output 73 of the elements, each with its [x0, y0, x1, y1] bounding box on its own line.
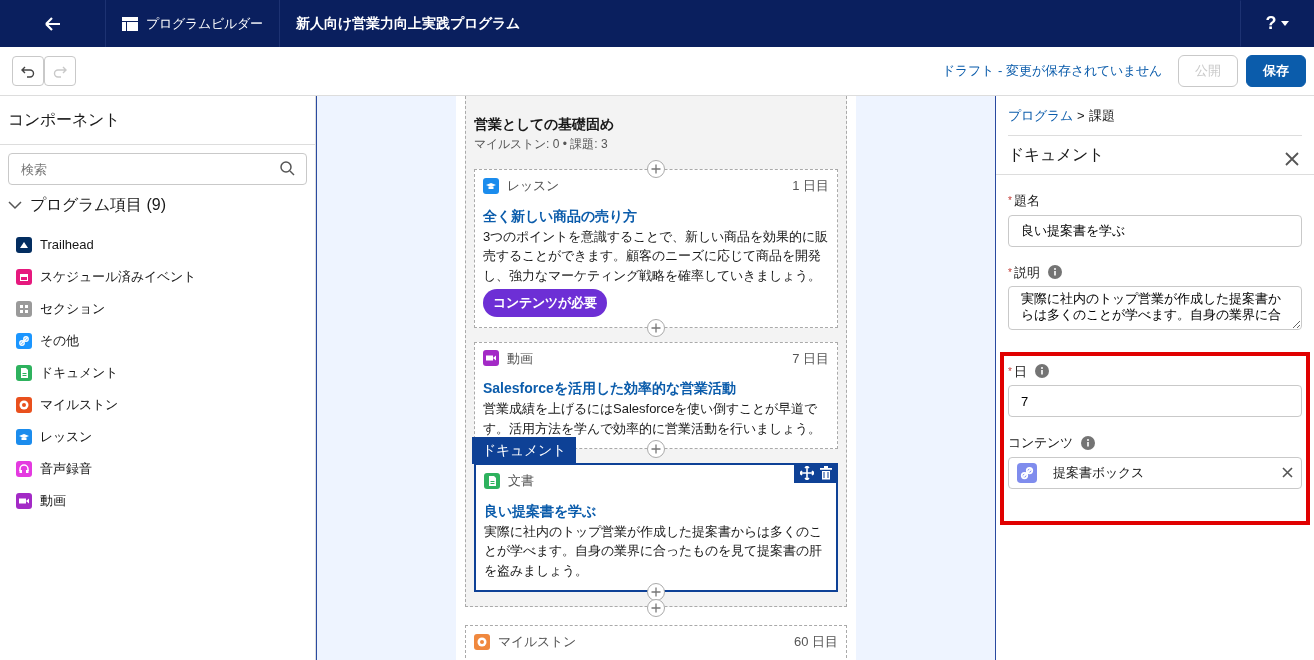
selected-content: 提案書ボックス: [1053, 463, 1144, 482]
selected-card[interactable]: 文書 良い提案書を学ぶ 実際に社内のトップ営業が作成した提案書からは多くのことが学べます。自身の業界に合ったものを見て提案書の肝を盗みましょう。: [474, 463, 838, 592]
save-status: ドラフト - 変更が保存されていません: [942, 62, 1162, 81]
card-type: マイルストン: [498, 633, 576, 651]
app-name: プログラムビルダー: [146, 14, 263, 33]
add-icon[interactable]: [647, 583, 665, 601]
component-item[interactable]: スケジュール済みイベント: [0, 261, 315, 293]
undo-button[interactable]: [12, 56, 44, 86]
status-badge: コンテンツが必要: [483, 289, 607, 317]
panel-title: ドキュメント: [1008, 145, 1104, 165]
card-title[interactable]: 良い提案書を学ぶ: [484, 500, 828, 522]
add-icon[interactable]: [647, 599, 665, 617]
component-item[interactable]: レッスン: [0, 421, 315, 453]
required-mark: *: [1008, 364, 1012, 379]
caret-icon: [1280, 20, 1289, 27]
field-label: コンテンツ: [1008, 434, 1073, 452]
card-type: 文書: [508, 472, 534, 490]
info-icon[interactable]: [1047, 265, 1062, 280]
section-meta: マイルストン: 0 • 課題: 3: [474, 136, 609, 153]
field-label: 題名: [1013, 192, 1040, 210]
back-icon[interactable]: [43, 15, 62, 32]
component-item[interactable]: 動画: [0, 485, 315, 517]
section-title: 営業としての基礎固め: [474, 115, 615, 134]
field-label: 説明: [1013, 263, 1040, 282]
description-field[interactable]: 実際に社内のトップ営業が作成した提案書からは多くのことが学べます。自身の業界に合: [1008, 286, 1302, 330]
panel-title: コンポーネント: [0, 96, 315, 145]
add-icon[interactable]: [647, 318, 665, 337]
component-item[interactable]: マイルストン: [0, 389, 315, 421]
breadcrumb-separator: >: [1077, 106, 1085, 125]
search-field[interactable]: 検索: [8, 153, 307, 185]
card-day: 1 日目: [792, 176, 829, 196]
text-field[interactable]: 7: [1008, 385, 1302, 417]
card-day: 60 日目: [793, 632, 838, 652]
chevron-icon: [8, 200, 22, 210]
lookup-field[interactable]: 提案書ボックス: [1008, 456, 1302, 489]
card-type-tag: ドキュメント: [472, 437, 576, 464]
add-icon[interactable]: [647, 160, 665, 178]
link-icon: [1017, 462, 1037, 483]
undo-icon: [21, 64, 35, 78]
required-mark: *: [1008, 265, 1012, 280]
component-item[interactable]: ドキュメント: [0, 357, 315, 389]
card-description: 3つのポイントを意識することで、新しい商品を効果的に販売することができます。顧客のニーズに応じて商品を開発し、強力なマーケティング戦略を確率していきましょう。: [483, 227, 829, 285]
help-button[interactable]: ?: [1240, 0, 1314, 47]
card-day: 7 日目: [792, 348, 829, 368]
move-icon[interactable]: [800, 466, 814, 480]
redo-icon: [53, 64, 67, 78]
card-type: レッスン: [507, 177, 559, 195]
item-card[interactable]: マイルストン 60 日目: [465, 625, 847, 660]
card-title[interactable]: 全く新しい商品の売り方: [483, 205, 829, 227]
card-description: 実際に社内のトップ営業が作成した提案書からは多くのことが学べます。自身の業界に合ったものを見て提案書の肝を盗みましょう。: [484, 522, 823, 580]
program-title: 新人向け営業力向上実践プログラム: [295, 14, 521, 33]
card-title[interactable]: Salesforceを活用した効率的な営業活動: [483, 378, 829, 399]
info-icon[interactable]: [1034, 364, 1049, 379]
card-type: 動画: [507, 349, 533, 368]
clear-icon[interactable]: [1282, 467, 1293, 478]
text-field[interactable]: 良い提案書を学ぶ: [1008, 214, 1302, 247]
component-item[interactable]: セクション: [0, 293, 315, 325]
breadcrumb-current: 課題: [1088, 106, 1115, 125]
layout-icon: [122, 16, 138, 31]
item-card[interactable]: レッスン 1 日目 全く新しい商品の売り方 3つのポイントを意識することで、新しい商品を効果的に販売することができます。顧客のニーズに応じて商品を開発し、強力なマーケティング戦略を確率していきましょう。 コンテンツが必要: [474, 169, 838, 328]
save-button[interactable]: 保存: [1246, 55, 1306, 87]
info-icon[interactable]: [1081, 435, 1095, 450]
required-mark: *: [1008, 194, 1012, 209]
card-description: 営業成績を上げるにはSalesforceを使い倒すことが早道です。活用方法を学んで効率的に営業活動を行いましょう。: [483, 400, 822, 438]
trash-icon[interactable]: [820, 466, 832, 480]
breadcrumb-link[interactable]: プログラム: [1008, 105, 1073, 126]
search-icon: [280, 161, 295, 176]
component-item[interactable]: その他: [0, 325, 315, 357]
add-icon[interactable]: [647, 440, 665, 458]
program-items-toggle[interactable]: プログラム項目 (9): [0, 185, 315, 225]
field-label: 日: [1013, 362, 1027, 381]
component-item[interactable]: 音声録音: [0, 453, 315, 485]
component-item[interactable]: Trailhead: [0, 229, 315, 261]
